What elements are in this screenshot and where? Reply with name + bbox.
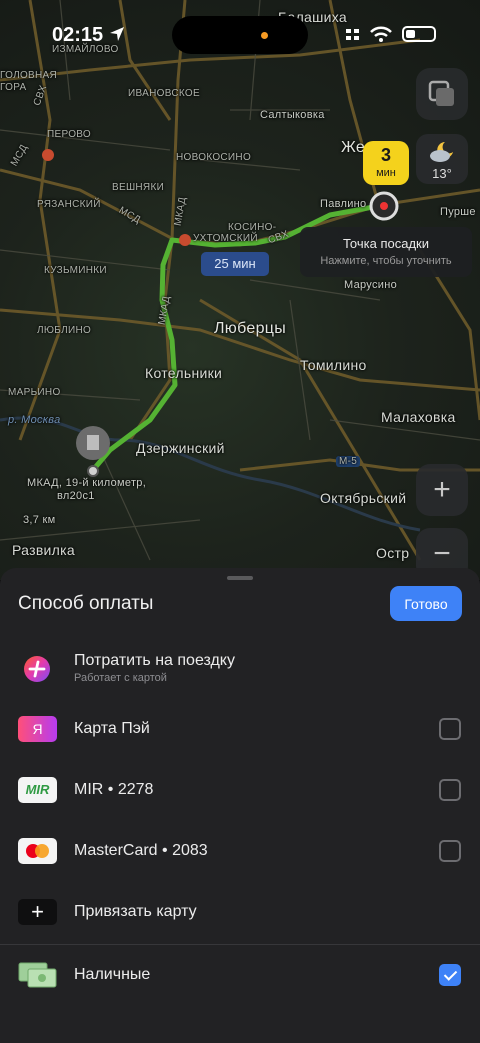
- map-label: ГОРА: [0, 82, 27, 93]
- mir-card-icon: MIR: [18, 777, 57, 803]
- payment-checkbox-checked[interactable]: [439, 964, 461, 986]
- map-label: Павлино: [320, 198, 367, 210]
- map-label: ЛЮБЛИНО: [37, 325, 92, 336]
- layers-icon: [428, 80, 454, 106]
- payment-option-yandex-pay[interactable]: Я Карта Пэй: [0, 699, 480, 760]
- status-time: 02:15: [52, 24, 125, 47]
- battery-icon: [402, 26, 436, 42]
- route-time-badge: 25 мин: [201, 252, 269, 276]
- map-label: УХТОМСКИЙ: [193, 233, 258, 244]
- payment-option-name: Привязать карту: [74, 903, 197, 920]
- map-label: Котельники: [145, 365, 223, 381]
- payment-option-name: MIR • 2278: [74, 781, 154, 798]
- done-button[interactable]: Готово: [390, 586, 462, 621]
- map-label: МАРЬИНО: [8, 387, 61, 398]
- yandex-pay-card-icon: Я: [18, 716, 57, 742]
- map-label: Пурше: [440, 206, 476, 218]
- payment-option-name: Потратить на поездку: [74, 652, 235, 669]
- signal-icon: [346, 29, 359, 40]
- map-label: Дзержинский: [136, 440, 225, 456]
- map-label: РЯЗАНСКИЙ: [37, 199, 101, 210]
- map-label: КУЗЬМИНКИ: [44, 265, 107, 276]
- add-card-icon: +: [18, 899, 57, 925]
- payment-checkbox[interactable]: [439, 840, 461, 862]
- zoom-in-button[interactable]: +: [416, 464, 468, 516]
- pickup-point-tooltip[interactable]: Точка посадки Нажмите, чтобы уточнить: [300, 227, 472, 277]
- eta-unit: мин: [376, 167, 396, 179]
- payment-option-cash[interactable]: Наличные: [0, 944, 480, 1005]
- payment-option-points[interactable]: Потратить на поездку Работает с картой: [0, 638, 480, 699]
- payment-option-name: Наличные: [74, 966, 151, 983]
- payment-option-mir[interactable]: MIR MIR • 2278: [0, 760, 480, 821]
- map-view[interactable]: Балашиха ИЗМАЙЛОВО ГОЛОВНАЯ ГОРА ИВАНОВС…: [0, 0, 480, 580]
- sheet-grabber[interactable]: [227, 576, 253, 580]
- map-label: НОВОКОСИНО: [176, 152, 252, 163]
- status-bar: 02:15: [0, 0, 480, 60]
- payment-method-sheet: Способ оплаты Готово Потратить на поездк…: [0, 568, 480, 1043]
- mastercard-icon: [18, 838, 57, 864]
- map-label: Томилино: [300, 357, 367, 373]
- payment-option-name: MasterCard • 2083: [74, 842, 208, 859]
- weather-widget[interactable]: 13°: [416, 134, 468, 184]
- map-label: вл20с1: [57, 490, 95, 502]
- dynamic-island: [172, 16, 308, 54]
- cash-icon: [18, 962, 57, 988]
- clock: 02:15: [52, 24, 104, 46]
- payment-option-sub: Работает с картой: [74, 672, 167, 684]
- eta-badge: 3 мин: [363, 141, 409, 185]
- pickup-title: Точка посадки: [343, 236, 429, 251]
- layers-button[interactable]: [416, 68, 468, 120]
- add-card-row[interactable]: + Привязать карту: [0, 882, 480, 943]
- map-label: Малаховка: [381, 409, 456, 425]
- location-arrow-icon: [109, 27, 124, 41]
- map-label: Салтыковка: [260, 109, 325, 121]
- weather-temp: 13°: [432, 166, 452, 181]
- map-scale: 3,7 км: [23, 514, 56, 526]
- map-label: Октябрьский: [320, 490, 407, 506]
- map-label: ГОЛОВНАЯ: [0, 70, 58, 81]
- map-label: Марусино: [344, 279, 398, 291]
- wifi-icon: [370, 26, 392, 42]
- eta-value: 3: [380, 145, 391, 165]
- map-label: Развилка: [12, 542, 75, 558]
- pickup-hint: Нажмите, чтобы уточнить: [320, 255, 452, 267]
- cloud-moon-icon: [430, 142, 453, 162]
- map-label: ИВАНОВСКОЕ: [128, 88, 200, 99]
- sheet-title: Способ оплаты: [18, 593, 154, 614]
- plus-points-icon: [24, 656, 50, 682]
- payment-option-mastercard[interactable]: MasterCard • 2083: [0, 821, 480, 882]
- highway-badge: М-5: [336, 456, 361, 467]
- map-label: ПЕРОВО: [47, 129, 92, 140]
- map-label: Люберцы: [214, 320, 287, 337]
- map-label: МКАД, 19-й километр,: [27, 477, 147, 489]
- map-label: ВЕШНЯКИ: [112, 182, 165, 193]
- payment-checkbox[interactable]: [439, 718, 461, 740]
- status-icons: [346, 26, 436, 42]
- payment-option-name: Карта Пэй: [74, 720, 150, 737]
- map-label: КОСИНО-: [228, 222, 277, 233]
- privacy-dot: [261, 32, 268, 39]
- payment-checkbox[interactable]: [439, 779, 461, 801]
- map-label: р. Москва: [8, 414, 61, 426]
- map-label: Остр: [376, 545, 410, 561]
